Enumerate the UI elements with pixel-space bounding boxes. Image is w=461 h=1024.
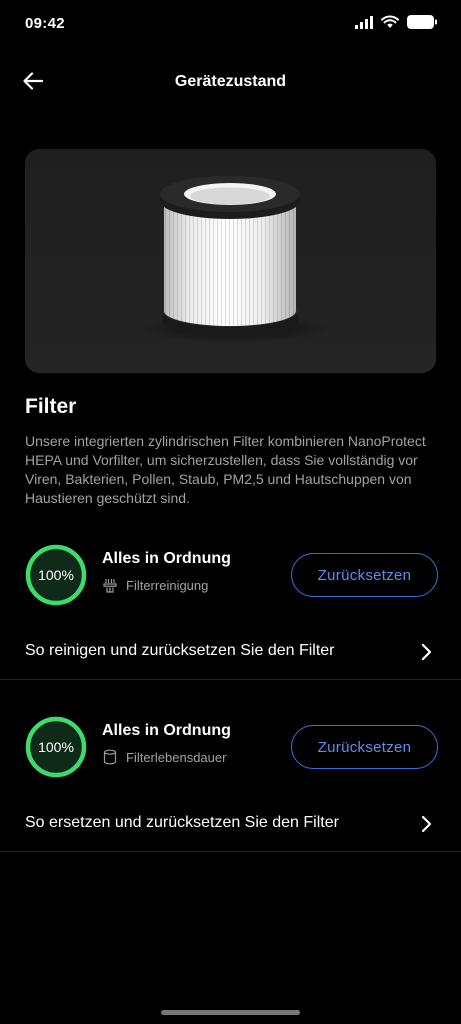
section-title: Filter: [25, 395, 77, 418]
filter-life-status: 100% Alles in Ordnung Filterlebensdauer …: [0, 716, 461, 788]
percent-label: 100%: [38, 739, 74, 755]
filter-cleaning-status: 100% Alles in Ordnung Filterreinigung Zu…: [0, 544, 461, 616]
battery-icon: [407, 15, 437, 34]
percent-label: 100%: [38, 567, 74, 583]
status-subtitle: Filterreinigung: [102, 577, 208, 593]
header: Gerätezustand: [0, 60, 461, 106]
filter-replace-guide-link[interactable]: So ersetzen und zurücksetzen Sie den Fil…: [0, 801, 461, 847]
status-subtitle-text: Filterlebensdauer: [126, 749, 227, 765]
filter-product-image: [25, 149, 436, 373]
link-text: So ersetzen und zurücksetzen Sie den Fil…: [25, 814, 339, 831]
filter-life-icon: [102, 749, 117, 765]
chevron-right-icon: [419, 643, 433, 661]
wifi-icon: [381, 15, 399, 34]
filter-cleaning-guide-link[interactable]: So reinigen und zurücksetzen Sie den Fil…: [0, 629, 461, 675]
status-title: Alles in Ordnung: [102, 722, 231, 739]
divider: [0, 679, 461, 680]
section-description: Unsere integrierten zylindrischen Filter…: [25, 433, 426, 506]
status-subtitle-text: Filterreinigung: [126, 577, 209, 593]
status-bar: 09:42: [0, 0, 461, 48]
status-icons: [355, 15, 437, 34]
reset-filter-cleaning-button[interactable]: Zurücksetzen: [291, 553, 438, 597]
reset-filter-life-button[interactable]: Zurücksetzen: [291, 725, 438, 769]
status-subtitle: Filterlebensdauer: [102, 749, 226, 765]
divider: [0, 851, 461, 852]
chevron-right-icon: [419, 815, 433, 833]
cellular-signal-icon: [355, 15, 373, 34]
home-indicator[interactable]: [161, 1010, 300, 1015]
status-title: Alles in Ordnung: [102, 550, 231, 567]
status-time: 09:42: [25, 15, 65, 32]
page-title: Gerätezustand: [174, 73, 287, 90]
filter-cleaning-icon: [102, 577, 117, 593]
link-text: So reinigen und zurücksetzen Sie den Fil…: [25, 642, 335, 659]
